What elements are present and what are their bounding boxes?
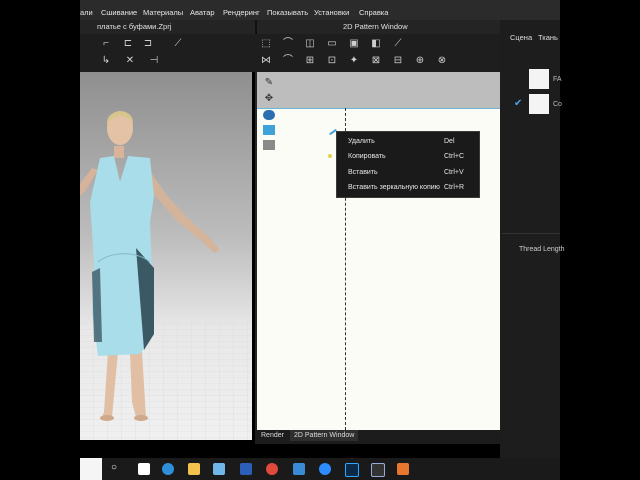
- tab-scene[interactable]: Сцена: [510, 33, 532, 42]
- tool-icon[interactable]: ✦: [348, 56, 360, 66]
- tool-icon[interactable]: ⊗: [436, 56, 448, 66]
- panel-divider: [502, 233, 560, 234]
- start-icon[interactable]: [80, 458, 102, 480]
- thread-length-label: Thread Length: [519, 246, 565, 253]
- checkmark-icon[interactable]: ✔: [514, 98, 522, 109]
- menu-item-sewing[interactable]: Сшивание: [101, 8, 137, 17]
- tool-icon[interactable]: ⌒: [282, 56, 294, 66]
- menu-item-materials[interactable]: Материалы: [143, 8, 183, 17]
- pattern-toolbar-area: ✎ ✥: [257, 72, 500, 108]
- mail-icon[interactable]: [293, 463, 305, 475]
- ctx-shortcut: Ctrl+C: [444, 153, 465, 160]
- tool-icon[interactable]: ⌒: [282, 39, 294, 49]
- tool-icon[interactable]: ⊕: [414, 56, 426, 66]
- tool-icon[interactable]: ⟋: [392, 39, 404, 49]
- clo3d-icon[interactable]: [371, 463, 385, 477]
- ctx-item-paste[interactable]: Вставить: [348, 169, 378, 176]
- word-icon[interactable]: [240, 463, 252, 475]
- edge-icon[interactable]: [162, 463, 174, 475]
- ctx-shortcut: Del: [444, 138, 455, 145]
- file-title: платье с буфами.Zprj: [97, 22, 172, 31]
- tab-2d-pattern-window[interactable]: 2D Pattern Window: [290, 430, 359, 441]
- fabric-swatch[interactable]: [529, 69, 549, 89]
- ctx-item-delete[interactable]: Удалить: [348, 138, 375, 145]
- pattern-tool-icon[interactable]: [263, 140, 275, 150]
- tool-icon[interactable]: ◧: [370, 39, 382, 49]
- tool-icon[interactable]: ▭: [326, 39, 338, 49]
- ctx-item-copy[interactable]: Копировать: [348, 153, 386, 160]
- tool-icon[interactable]: ⬚: [260, 39, 272, 49]
- fabric-label: Co: [553, 101, 562, 108]
- fabric-label: FA: [553, 76, 562, 83]
- menu-item-file[interactable]: али: [80, 8, 93, 17]
- tool-icon[interactable]: ◫: [304, 39, 316, 49]
- search-icon[interactable]: ○: [111, 462, 117, 473]
- tool-icon[interactable]: ▣: [348, 39, 360, 49]
- context-menu: Удалить Del Копировать Ctrl+C Вставить C…: [336, 131, 480, 198]
- tab-render[interactable]: Render: [261, 432, 284, 439]
- tool-icon[interactable]: ⌐: [100, 39, 112, 49]
- explorer-icon[interactable]: [188, 463, 200, 475]
- point-marker: [328, 154, 332, 158]
- tool-icon[interactable]: ⊟: [392, 56, 404, 66]
- menu-item-render[interactable]: Рендеринг: [223, 8, 260, 17]
- photoshop-icon[interactable]: [345, 463, 359, 477]
- pattern-edge: [257, 108, 500, 109]
- fabric-swatch[interactable]: [529, 94, 549, 114]
- tool-icon[interactable]: ⊐: [142, 39, 154, 49]
- tool-icon[interactable]: ⊠: [370, 56, 382, 66]
- app-icon[interactable]: [397, 463, 409, 475]
- ctx-shortcut: Ctrl+R: [444, 184, 465, 191]
- menu-item-display[interactable]: Показывать: [267, 8, 308, 17]
- tool-icon[interactable]: ⋈: [260, 56, 272, 66]
- tool-icon[interactable]: ⊣: [148, 56, 160, 66]
- ctx-shortcut: Ctrl+V: [444, 169, 464, 176]
- tool-icon[interactable]: ⊏: [122, 39, 134, 49]
- ctx-item-paste-mirror[interactable]: Вставить зеркальную копию: [348, 184, 440, 191]
- menu-item-settings[interactable]: Установки: [314, 8, 349, 17]
- chrome-icon[interactable]: [266, 463, 278, 475]
- pen-icon[interactable]: ✎: [263, 78, 275, 88]
- tool-icon[interactable]: ✕: [124, 56, 136, 66]
- 3d-viewport[interactable]: [80, 72, 252, 440]
- avatar-scene: [80, 111, 252, 440]
- avatar-arm: [150, 174, 220, 253]
- menu-item-help[interactable]: Справка: [359, 8, 388, 17]
- pattern-window-title: 2D Pattern Window: [343, 22, 408, 31]
- tab-fabric[interactable]: Ткань: [538, 33, 558, 42]
- store-icon[interactable]: [213, 463, 225, 475]
- tool-icon[interactable]: ⊞: [304, 56, 316, 66]
- toolbar: ⌐ ⊏ ⊐ ⟋ ↳ ✕ ⊣ ⬚ ⌒ ◫ ▭ ▣ ◧ ⟋ ⋈ ⌒ ⊞ ⊡ ✦ ⊠ …: [80, 34, 500, 72]
- globe-icon[interactable]: [263, 110, 275, 120]
- zoom-icon[interactable]: [319, 463, 331, 475]
- pen-icon[interactable]: ⟋: [172, 39, 184, 49]
- tool-icon[interactable]: ⊡: [326, 56, 338, 66]
- yandex-icon[interactable]: [138, 463, 150, 475]
- tool-icon[interactable]: ↳: [100, 56, 112, 66]
- layer-icon[interactable]: [263, 125, 275, 135]
- menu-item-avatar[interactable]: Аватар: [190, 8, 215, 17]
- select-icon[interactable]: ✥: [263, 94, 275, 104]
